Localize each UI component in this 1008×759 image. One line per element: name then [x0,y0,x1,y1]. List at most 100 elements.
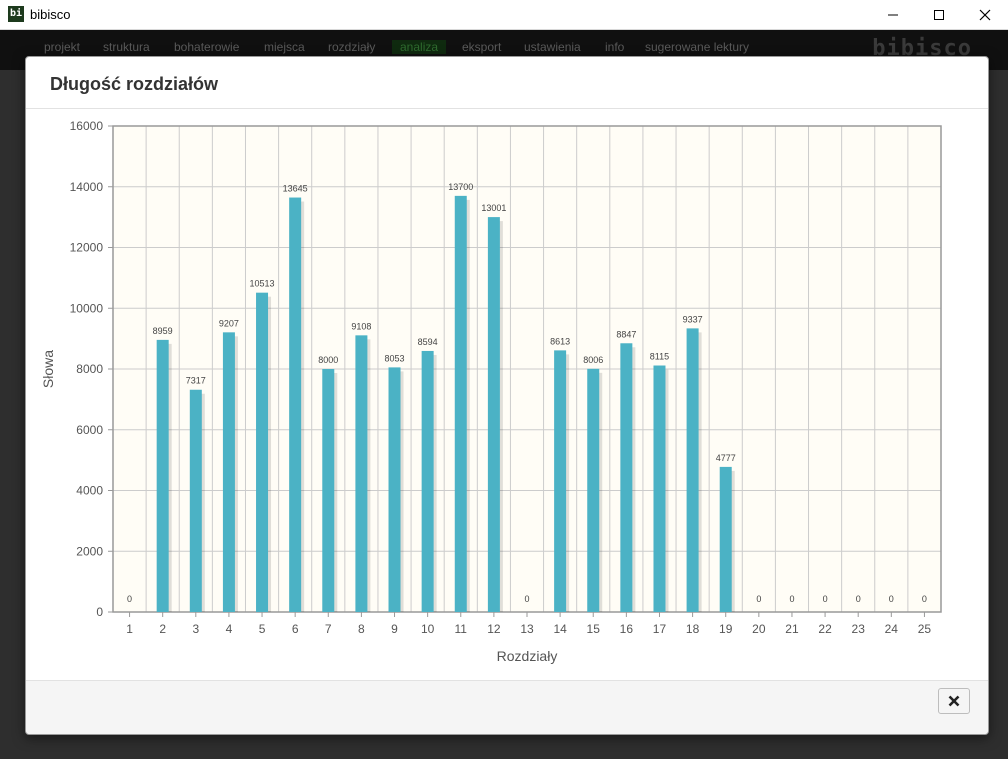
data-label: 0 [922,594,927,604]
bar [388,367,401,612]
close-icon [948,695,960,707]
chapter-length-modal: Długość rozdziałów 0 2000 4000 6000 8000 1000… [25,56,989,735]
nav-item-eksport[interactable]: eksport [462,40,501,54]
bar [487,217,500,613]
bar [156,339,169,612]
x-tick-label: 22 [818,622,832,636]
data-label: 13700 [448,182,473,192]
x-tick-label: 1 [126,622,133,636]
data-label: 4777 [716,453,736,463]
y-tick-label: 2000 [76,544,103,558]
chapter-length-chart: 0200040006000800010000120001400016000018… [40,119,942,664]
bar [587,368,600,612]
nav-item-projekt[interactable]: projekt [44,40,80,54]
maximize-button[interactable] [916,0,962,29]
data-label: 0 [789,594,794,604]
data-label: 0 [756,594,761,604]
minimize-button[interactable] [870,0,916,29]
data-label: 0 [823,594,828,604]
y-tick-label: 14000 [70,180,104,194]
data-label: 8594 [418,337,438,347]
data-label: 0 [524,594,529,604]
y-tick-label: 10000 [70,301,104,315]
app-logo-icon: bi [8,6,24,22]
bar [322,369,335,612]
x-tick-label: 17 [653,622,667,636]
maximize-icon [934,9,944,20]
x-tick-label: 10 [421,622,435,636]
x-tick-label: 13 [520,622,534,636]
data-label: 0 [889,594,894,604]
bar [653,365,666,612]
x-tick-label: 5 [259,622,266,636]
data-label: 8053 [385,353,405,363]
data-label: 13001 [481,203,506,213]
x-tick-label: 23 [852,622,866,636]
nav-item-analiza[interactable]: analiza [392,40,447,54]
window-title: bibisco [30,7,71,22]
x-tick-label: 21 [785,622,799,636]
x-tick-label: 16 [620,622,634,636]
x-tick-label: 4 [226,622,233,636]
y-tick-label: 8000 [76,362,103,376]
bar [554,350,567,612]
x-tick-label: 18 [686,622,700,636]
nav-item-info[interactable]: info [605,40,624,54]
data-label: 0 [856,594,861,604]
y-axis-title: Słowa [40,350,56,388]
y-tick-label: 6000 [76,423,103,437]
data-label: 8613 [550,336,570,346]
data-label: 8959 [153,326,173,336]
y-tick-label: 4000 [76,484,103,498]
x-tick-label: 15 [587,622,601,636]
nav-item-sugerowane-lektury[interactable]: sugerowane lektury [645,40,749,54]
bar [454,195,467,613]
bar [719,466,732,612]
x-tick-label: 8 [358,622,365,636]
bar [222,332,235,612]
x-tick-label: 11 [455,622,468,636]
nav-item-struktura[interactable]: struktura [103,40,150,54]
window-close-button[interactable] [962,0,1008,29]
bar [421,350,434,612]
bar [189,389,202,612]
data-label: 13645 [283,184,308,194]
x-tick-label: 3 [192,622,199,636]
bar [256,292,269,612]
nav-item-ustawienia[interactable]: ustawienia [524,40,581,54]
bar [686,328,699,612]
data-label: 7317 [186,376,206,386]
minimize-icon [888,14,898,15]
modal-close-button[interactable] [938,688,970,714]
bar [289,197,302,612]
window-titlebar: bi bibisco [0,0,1008,30]
data-label: 9108 [351,321,371,331]
x-tick-label: 25 [918,622,932,636]
modal-footer [26,680,988,734]
data-label: 9207 [219,318,239,328]
data-label: 10513 [250,279,275,289]
x-tick-label: 19 [719,622,733,636]
data-label: 8000 [318,355,338,365]
y-tick-label: 16000 [70,119,104,133]
data-label: 0 [127,594,132,604]
close-icon [979,9,991,20]
x-tick-label: 9 [391,622,398,636]
x-axis-title: Rozdziały [497,648,558,664]
x-tick-label: 12 [487,622,501,636]
x-tick-label: 2 [159,622,166,636]
nav-item-rozdzialy[interactable]: rozdziały [328,40,375,54]
data-label: 8006 [583,355,603,365]
x-tick-label: 24 [885,622,899,636]
nav-item-miejsca[interactable]: miejsca [264,40,305,54]
nav-item-bohaterowie[interactable]: bohaterowie [174,40,239,54]
data-label: 8115 [650,352,669,362]
x-tick-label: 14 [553,622,567,636]
y-tick-label: 0 [96,605,103,619]
bar [355,335,368,612]
bar [620,343,633,612]
data-label: 8847 [616,329,636,339]
data-label: 9337 [683,314,703,324]
x-tick-label: 20 [752,622,766,636]
x-tick-label: 6 [292,622,299,636]
